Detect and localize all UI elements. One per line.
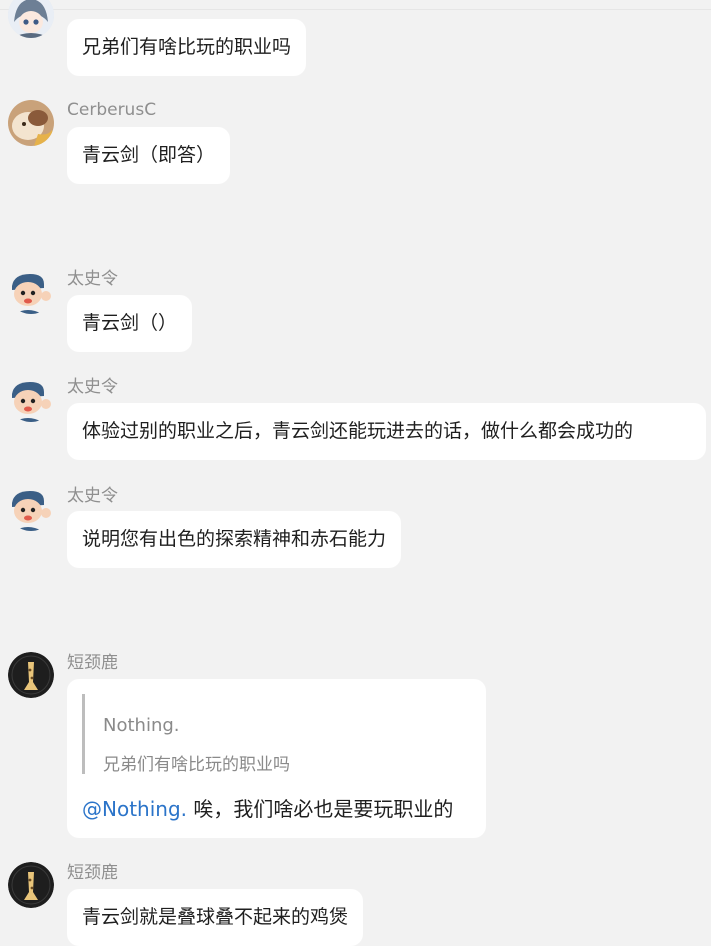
- sender-name: 短颈鹿: [67, 653, 118, 673]
- message-text: 说明您有出色的探索精神和赤石能力: [82, 528, 387, 550]
- message-text: 青云剑就是叠球叠不起来的鸡煲: [82, 906, 349, 928]
- top-divider: [0, 9, 711, 10]
- avatar[interactable]: [8, 485, 54, 531]
- avatar[interactable]: [8, 268, 54, 314]
- avatar[interactable]: [8, 376, 54, 422]
- message-bubble[interactable]: 说明您有出色的探索精神和赤石能力: [67, 511, 402, 568]
- message-bubble[interactable]: 体验过别的职业之后，青云剑还能玩进去的话，做什么都会成功的: [67, 403, 706, 460]
- message-bubble[interactable]: 青云剑（）: [67, 295, 193, 352]
- avatar[interactable]: [8, 100, 54, 146]
- message-text: 体验过别的职业之后，青云剑还能玩进去的话，做什么都会成功的: [82, 420, 634, 442]
- quoted-sender: Nothing.: [103, 715, 180, 736]
- message-text: 青云剑（）: [82, 312, 178, 334]
- mention-link[interactable]: @Nothing.: [82, 797, 187, 821]
- avatar[interactable]: [8, 862, 54, 908]
- message-text: 青云剑（即答）: [82, 144, 216, 166]
- sender-name: 短颈鹿: [67, 863, 118, 883]
- waving-boy-icon: [8, 268, 54, 314]
- message-bubble[interactable]: 青云剑（即答）: [67, 127, 231, 184]
- message-text: 兄弟们有啥比玩的职业吗: [82, 36, 292, 58]
- avatar[interactable]: [8, 652, 54, 698]
- message-bubble[interactable]: 兄弟们有啥比玩的职业吗: [67, 19, 307, 76]
- quoted-text: 兄弟们有啥比玩的职业吗: [103, 755, 290, 775]
- anime-girl-icon: [8, 0, 54, 38]
- sender-name: 太史令: [67, 377, 118, 397]
- message-bubble[interactable]: Nothing. 兄弟们有啥比玩的职业吗 @Nothing. 唉，我们啥必也是要…: [67, 679, 486, 838]
- avatar[interactable]: [8, 0, 54, 38]
- message-bubble[interactable]: 青云剑就是叠球叠不起来的鸡煲: [67, 889, 364, 946]
- reply-text: @Nothing. 唉，我们啥必也是要玩职业的: [82, 793, 453, 822]
- giraffe-icon: [8, 652, 54, 698]
- sender-name: 太史令: [67, 486, 118, 506]
- sender-name: CerberusC: [67, 100, 157, 120]
- giraffe-icon: [8, 862, 54, 908]
- quoted-message[interactable]: Nothing. 兄弟们有啥比玩的职业吗: [82, 694, 290, 775]
- message-text: 唉，我们啥必也是要玩职业的: [187, 797, 454, 821]
- cat-icon: [8, 100, 54, 146]
- waving-boy-icon: [8, 376, 54, 422]
- waving-boy-icon: [8, 485, 54, 531]
- sender-name: 太史令: [67, 269, 118, 289]
